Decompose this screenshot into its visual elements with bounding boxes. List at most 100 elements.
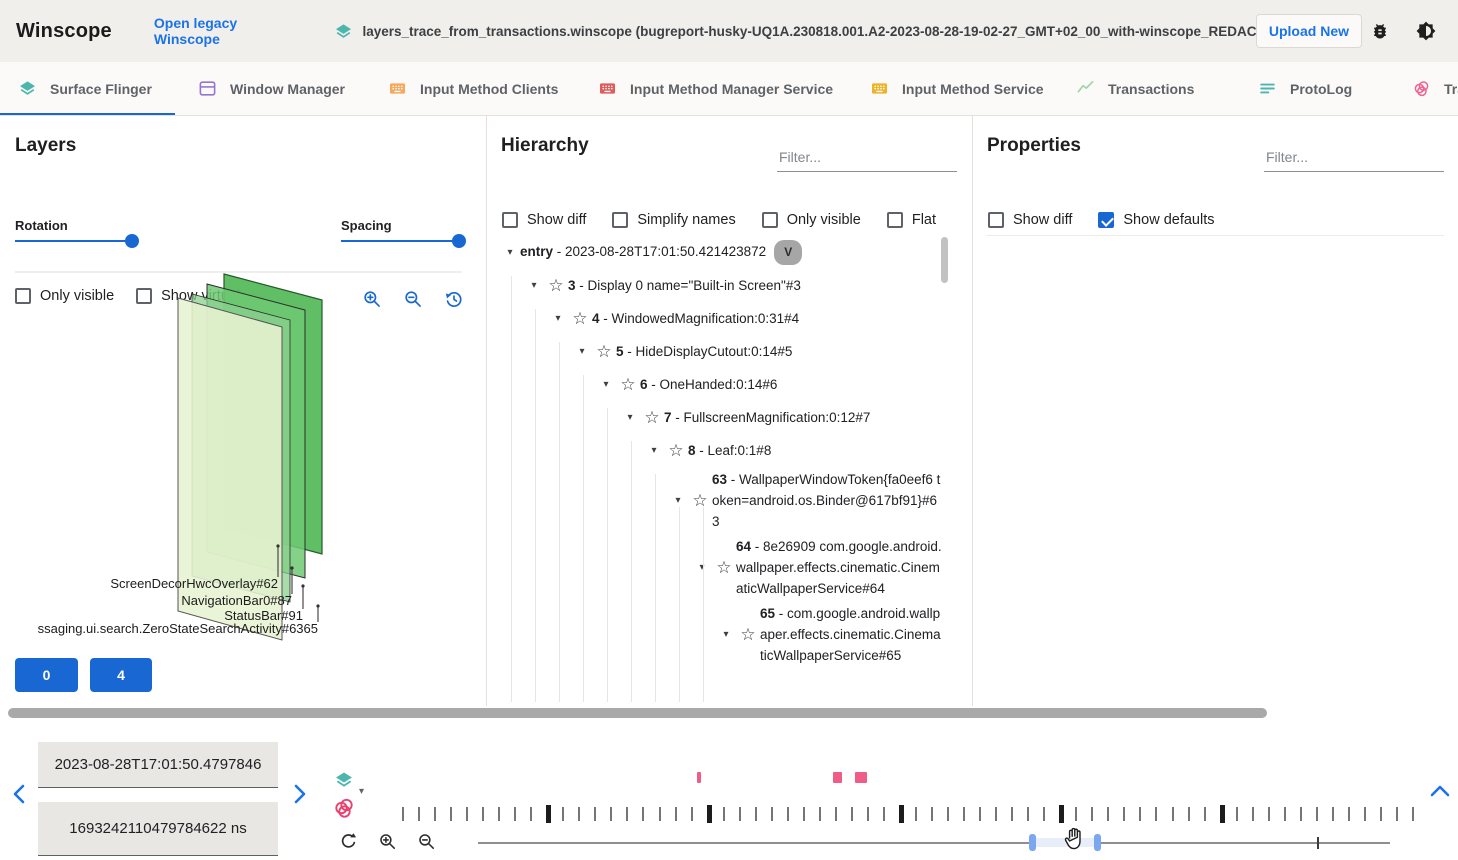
tab-transactions[interactable]: Transactions xyxy=(1076,62,1194,115)
tab-transitions[interactable]: Transitions xyxy=(1412,62,1458,115)
timeline-entry-tick xyxy=(1155,807,1157,821)
tree-node-4[interactable]: ▾☆4 - WindowedMagnification:0:31#4 xyxy=(500,302,942,335)
tree-node-65[interactable]: ▾☆65 - com.google.android.wallpaper.effe… xyxy=(500,601,942,668)
pin-star-icon[interactable]: ☆ xyxy=(544,276,568,296)
tab-input-method-service[interactable]: Input Method Service xyxy=(870,62,1044,115)
tab-input-method-manager-service[interactable]: Input Method Manager Service xyxy=(598,62,833,115)
timeline-entry-tick-major xyxy=(1220,805,1225,823)
chart-icon xyxy=(1076,79,1095,98)
tab-label: ProtoLog xyxy=(1290,81,1352,97)
collapse-arrow-icon[interactable]: ▾ xyxy=(596,379,616,390)
timeline-entry-tick xyxy=(1268,807,1270,821)
next-entry-chevron-icon[interactable] xyxy=(291,784,309,804)
transitions-trace-icon[interactable] xyxy=(332,796,356,820)
tree-node-8[interactable]: ▾☆8 - Leaf:0:1#8 xyxy=(500,434,942,467)
horizontal-resize-bar[interactable] xyxy=(8,708,1267,718)
hierarchy-filter-input[interactable] xyxy=(777,146,957,172)
checkbox-checked-icon[interactable] xyxy=(1098,212,1114,228)
tree-node-label: entry - 2023-08-28T17:01:50.421423872V xyxy=(520,240,942,265)
transition-marker[interactable] xyxy=(833,772,842,783)
collapse-arrow-icon[interactable]: ▾ xyxy=(620,412,640,423)
refresh-icon[interactable] xyxy=(339,832,358,851)
properties-checkbox-show-diff[interactable]: Show diff xyxy=(988,212,1072,228)
timeline-entry-tick xyxy=(1300,807,1302,821)
pin-star-icon[interactable]: ☆ xyxy=(568,309,592,329)
bug-report-icon[interactable] xyxy=(1370,21,1390,41)
theme-toggle-icon[interactable] xyxy=(1416,21,1436,41)
timeline-entry-tick xyxy=(1075,807,1077,821)
tree-node-label: 6 - OneHanded:0:14#6 xyxy=(640,374,942,395)
collapse-timeline-chevron-icon[interactable] xyxy=(1430,784,1450,798)
hand-cursor-icon xyxy=(1062,826,1088,852)
hierarchy-checkbox-flat[interactable]: Flat xyxy=(887,212,936,228)
tree-node-label: 3 - Display 0 name="Built-in Screen"#3 xyxy=(568,275,942,296)
range-handle-right[interactable] xyxy=(1094,834,1101,851)
timeline-entry-tick xyxy=(562,807,564,821)
checkbox-unchecked-icon[interactable] xyxy=(502,212,518,228)
tab-window-manager[interactable]: Window Manager xyxy=(198,62,345,115)
layer-label: ScreenDecorHwcOverlay#62 xyxy=(110,576,278,591)
collapse-arrow-icon[interactable]: ▾ xyxy=(572,346,592,357)
timeline-zoom-in-icon[interactable] xyxy=(378,832,397,851)
upload-new-button[interactable]: Upload New xyxy=(1256,14,1362,48)
layer-id-button-4[interactable]: 4 xyxy=(90,658,152,692)
pin-star-icon[interactable]: ☆ xyxy=(616,375,640,395)
tree-node-6[interactable]: ▾☆6 - OneHanded:0:14#6 xyxy=(500,368,942,401)
tree-node-5[interactable]: ▾☆5 - HideDisplayCutout:0:14#5 xyxy=(500,335,942,368)
properties-panel: Properties Show diff Show defaults xyxy=(972,116,1458,706)
layer-label: ssaging.ui.search.ZeroStateSearchActivit… xyxy=(38,621,318,636)
collapse-arrow-icon[interactable]: ▾ xyxy=(668,495,688,506)
transition-marker[interactable] xyxy=(697,772,701,783)
timestamp-human-input[interactable] xyxy=(38,756,278,773)
tab-input-method-clients[interactable]: Input Method Clients xyxy=(388,62,558,115)
timeline-ticks-row[interactable] xyxy=(402,805,1412,823)
transition-marker[interactable] xyxy=(855,772,867,783)
pin-star-icon[interactable]: ☆ xyxy=(640,408,664,428)
open-legacy-link[interactable]: Open legacy Winscope xyxy=(154,15,299,47)
checkbox-unchecked-icon[interactable] xyxy=(887,212,903,228)
pin-star-icon[interactable]: ☆ xyxy=(592,342,616,362)
collapse-arrow-icon[interactable]: ▾ xyxy=(716,629,736,640)
tree-node-entry[interactable]: ▾entry - 2023-08-28T17:01:50.421423872V xyxy=(500,236,942,269)
properties-panel-title: Properties xyxy=(987,135,1081,157)
tab-surface-flinger[interactable]: Surface Flinger xyxy=(18,62,152,115)
keyboard-icon xyxy=(598,79,617,98)
timeline-zoom-out-icon[interactable] xyxy=(417,832,436,851)
properties-filter-input[interactable] xyxy=(1264,146,1444,172)
timestamp-ns-input[interactable] xyxy=(38,820,278,837)
collapse-arrow-icon[interactable]: ▾ xyxy=(548,313,568,324)
tab-protolog[interactable]: ProtoLog xyxy=(1258,62,1352,115)
checkbox-label: Simplify names xyxy=(637,212,735,228)
pin-star-icon[interactable]: ☆ xyxy=(712,558,736,578)
timeline-entry-tick xyxy=(867,807,869,821)
transition-markers-row xyxy=(402,772,1412,784)
pin-star-icon[interactable]: ☆ xyxy=(688,491,712,511)
properties-checkbox-show-defaults[interactable]: Show defaults xyxy=(1098,212,1214,228)
hierarchy-checkbox-simplify-names[interactable]: Simplify names xyxy=(612,212,735,228)
layer-id-button-0[interactable]: 0 xyxy=(15,658,78,692)
tree-node-7[interactable]: ▾☆7 - FullscreenMagnification:0:12#7 xyxy=(500,401,942,434)
timeline-range-track[interactable] xyxy=(478,842,1390,844)
pin-star-icon[interactable]: ☆ xyxy=(664,441,688,461)
previous-entry-chevron-icon[interactable] xyxy=(10,784,28,804)
layers-trace-icon[interactable] xyxy=(334,770,354,790)
collapse-arrow-icon[interactable]: ▾ xyxy=(692,562,712,573)
timeline-entry-tick-major xyxy=(899,805,904,823)
tree-node-3[interactable]: ▾☆3 - Display 0 name="Built-in Screen"#3 xyxy=(500,269,942,302)
hierarchy-scrollbar-thumb[interactable] xyxy=(941,237,948,283)
pin-star-icon[interactable]: ☆ xyxy=(736,625,760,645)
checkbox-unchecked-icon[interactable] xyxy=(988,212,1004,228)
hierarchy-checkbox-only-visible[interactable]: Only visible xyxy=(762,212,861,228)
collapse-arrow-icon[interactable]: ▾ xyxy=(644,445,664,456)
range-handle-left[interactable] xyxy=(1029,834,1036,851)
collapse-arrow-icon[interactable]: ▾ xyxy=(500,247,520,258)
hierarchy-checkbox-show-diff[interactable]: Show diff xyxy=(502,212,586,228)
collapse-arrow-icon[interactable]: ▾ xyxy=(524,280,544,291)
tree-node-63[interactable]: ▾☆63 - WallpaperWindowToken{fa0eef6 toke… xyxy=(500,467,942,534)
tree-node-64[interactable]: ▾☆64 - 8e26909 com.google.android.wallpa… xyxy=(500,534,942,601)
checkbox-unchecked-icon[interactable] xyxy=(612,212,628,228)
checkbox-unchecked-icon[interactable] xyxy=(762,212,778,228)
timeline-entry-tick xyxy=(1204,807,1206,821)
checkbox-label: Show defaults xyxy=(1123,212,1214,228)
trace-selector-caret-icon[interactable]: ▾ xyxy=(359,786,364,797)
